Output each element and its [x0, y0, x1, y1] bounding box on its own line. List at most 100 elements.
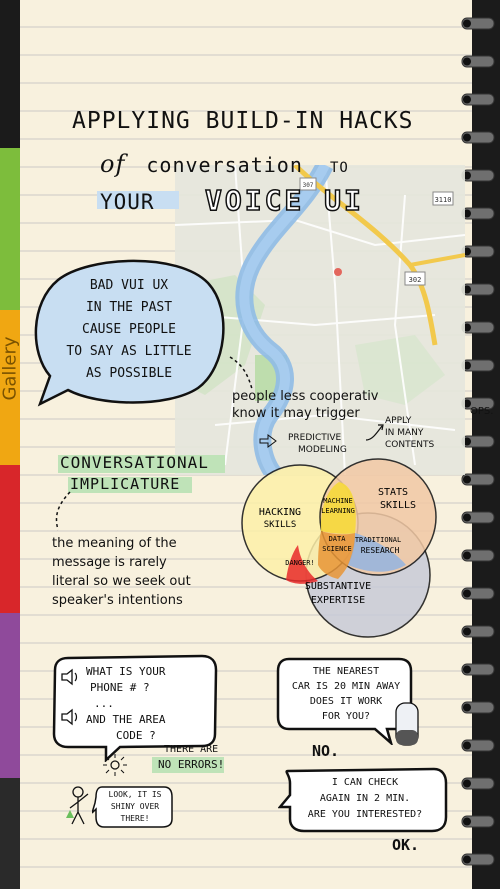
binding-hole: [463, 627, 471, 636]
svg-text:DATA: DATA: [329, 535, 347, 543]
kid-bubble-text: LOOK, IT IS SHINY OVER THERE!: [100, 789, 170, 825]
implicature-desc-line4: speaker's intentions: [52, 593, 183, 608]
title-conversation-word: conversation: [146, 153, 303, 177]
note-ops: OPS.: [470, 406, 494, 417]
page-title-line2: of conversation TO: [100, 150, 349, 178]
binding-hole: [463, 133, 471, 142]
note-apply-line1: APPLY: [385, 416, 412, 426]
check-line1: I CAN CHECK: [331, 777, 399, 788]
tab-green[interactable]: [0, 148, 22, 310]
no-reply: NO.: [312, 742, 340, 760]
no-errors-line2: NO ERRORS!: [158, 758, 225, 771]
binding-hole: [463, 779, 471, 788]
binding-hole: [463, 703, 471, 712]
predictive-arrow-icon: [259, 434, 277, 448]
binding-hole: [463, 551, 471, 560]
svg-text:SKILLS: SKILLS: [264, 520, 297, 530]
title-to-word: TO: [329, 160, 349, 176]
smart-speaker-icon: [395, 702, 419, 746]
svg-text:TRADITIONAL: TRADITIONAL: [355, 536, 401, 544]
bad-vui-line2: IN THE PAST: [85, 300, 173, 315]
check-bubble-text: I CAN CHECK AGAIN IN 2 MIN. ARE YOU INTE…: [290, 775, 440, 823]
svg-text:EXPERTISE: EXPERTISE: [311, 595, 365, 606]
sun-icon: [103, 754, 127, 776]
car-line1: THE NEAREST: [312, 666, 380, 677]
svg-text:LEARNING: LEARNING: [321, 507, 355, 515]
implicature-heading-line1: CONVERSATIONAL: [60, 453, 209, 472]
binding-hole: [463, 741, 471, 750]
tab-gallery[interactable]: Gallery: [0, 310, 22, 465]
binding-hole: [463, 855, 471, 864]
title-of-word: of: [100, 150, 126, 178]
note-people-line1: people less cooperativ: [232, 389, 379, 404]
svg-text:302: 302: [409, 276, 422, 284]
binding-hole: [463, 589, 471, 598]
note-predictive-line1: PREDICTIVE: [288, 433, 342, 443]
bad-vui-bubble-text: BAD VUI UX IN THE PAST CAUSE PEOPLE TO S…: [44, 275, 214, 385]
tab-gallery-label: Gallery: [0, 336, 21, 401]
implicature-description: the meaning of the message is rarely lit…: [52, 534, 191, 610]
bad-vui-line4: TO SAY AS LITTLE: [66, 344, 192, 359]
svg-text:3110: 3110: [435, 196, 452, 204]
kid-figure: [66, 786, 89, 825]
implicature-desc-line1: the meaning of the: [52, 536, 177, 551]
svg-text:DANGER!: DANGER!: [285, 559, 315, 567]
binding-hole: [463, 57, 471, 66]
car-bubble-text: THE NEAREST CAR IS 20 MIN AWAY DOES IT W…: [284, 664, 408, 724]
map-marker-icon: [334, 268, 342, 276]
kid-line3: THERE!: [120, 814, 150, 823]
notebook-page: Gallery 3110 302 307 APPLYING BUILD-IN H…: [0, 0, 500, 889]
apply-arrow-icon: [365, 424, 384, 441]
kid-line2: SHINY OVER: [110, 802, 160, 811]
car-line2: CAR IS 20 MIN AWAY: [291, 681, 401, 692]
note-people-less: people less cooperativ know it may trigg…: [232, 388, 379, 422]
svg-text:STATS: STATS: [378, 487, 408, 498]
svg-text:MACHINE: MACHINE: [323, 497, 353, 505]
bad-vui-line5: AS POSSIBLE: [85, 366, 173, 381]
implicature-dotted-line: [55, 491, 71, 531]
check-line2: AGAIN IN 2 MIN.: [319, 793, 411, 804]
binding-hole: [463, 475, 471, 484]
binding-hole: [463, 95, 471, 104]
phone-line1: WHAT IS YOUR: [86, 665, 166, 678]
phone-dots: ...: [94, 697, 114, 710]
implicature-desc-line2: message is rarely: [52, 555, 167, 570]
phone-bubble-text: WHAT IS YOUR PHONE # ? ... AND THE AREA …: [86, 664, 165, 744]
bad-vui-line1: BAD VUI UX: [89, 278, 169, 293]
note-people-line2: know it may trigger: [232, 406, 360, 421]
note-apply-line2: IN MANY: [385, 428, 424, 438]
page-title-line1: APPLYING BUILD-IN HACKS: [72, 108, 414, 134]
note-apply-line3: CONTENTS: [385, 440, 435, 450]
svg-text:RESEARCH: RESEARCH: [361, 546, 400, 555]
check-line3: ARE YOU INTERESTED?: [307, 809, 423, 820]
speaker-icon: [61, 668, 78, 686]
svg-text:SCIENCE: SCIENCE: [322, 545, 352, 553]
binding-hole: [463, 665, 471, 674]
svg-text:SKILLS: SKILLS: [380, 500, 416, 511]
ok-reply: OK.: [392, 836, 420, 854]
note-predictive: PREDICTIVE MODELING: [288, 432, 347, 456]
car-line3: DOES IT WORK: [309, 696, 383, 707]
title-your-word: YOUR: [100, 190, 155, 214]
tab-red[interactable]: [0, 465, 22, 613]
venn-diagram: HACKING SKILLS STATS SKILLS MACHINE LEAR…: [241, 458, 437, 638]
note-apply: APPLY IN MANY CONTENTS: [385, 415, 434, 451]
kid-line1: LOOK, IT IS: [108, 790, 162, 799]
phone-line4: CODE ?: [116, 729, 156, 742]
svg-text:HACKING: HACKING: [259, 507, 301, 518]
speaker-icon-2: [61, 708, 78, 726]
svg-text:SUBSTANTIVE: SUBSTANTIVE: [305, 581, 371, 592]
title-voice-ui: VOICE UI: [204, 183, 364, 218]
binding-hole: [463, 817, 471, 826]
implicature-desc-line3: literal so we seek out: [52, 574, 191, 589]
phone-line2: PHONE # ?: [90, 681, 150, 694]
spiral-binding: [461, 17, 495, 866]
bad-vui-line3: CAUSE PEOPLE: [82, 322, 176, 337]
car-line4: FOR YOU?: [321, 711, 371, 722]
phone-line3: AND THE AREA: [86, 713, 166, 726]
no-errors-note: THERE ARE NO ERRORS!: [158, 742, 224, 772]
tab-purple[interactable]: [0, 613, 22, 778]
binding-hole: [463, 19, 471, 28]
no-errors-line1: THERE ARE: [164, 744, 219, 755]
binding-hole: [463, 513, 471, 522]
